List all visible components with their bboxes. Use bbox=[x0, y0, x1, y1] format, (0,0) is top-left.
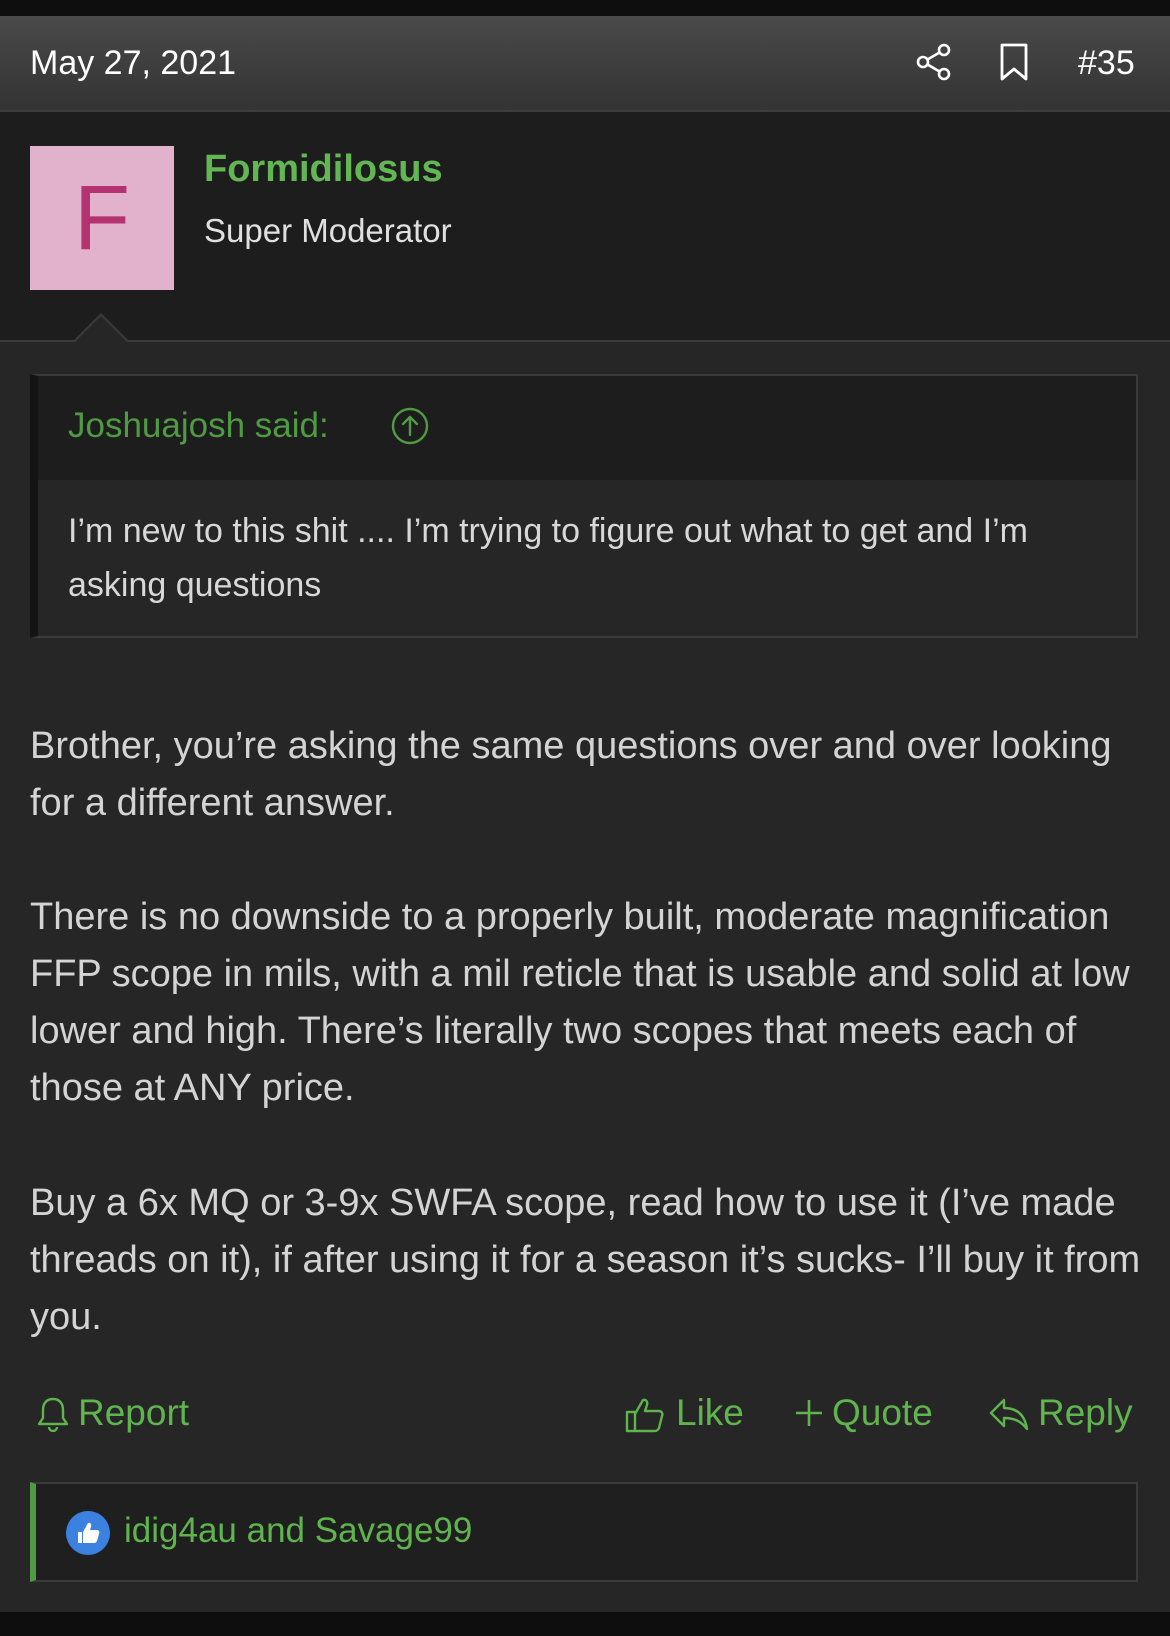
reply-icon bbox=[989, 1398, 1029, 1431]
quote-block: Joshuajosh said: I’m new to this shit ..… bbox=[30, 374, 1138, 638]
post-number-link[interactable]: #35 bbox=[1078, 44, 1135, 83]
share-icon[interactable] bbox=[914, 42, 954, 82]
username-link[interactable]: Formidilosus bbox=[204, 148, 443, 191]
thumbs-up-icon bbox=[625, 1398, 664, 1433]
reactions-bar: idig4au and Savage99 bbox=[30, 1482, 1138, 1582]
plus-icon bbox=[796, 1400, 822, 1426]
reply-label: Reply bbox=[1038, 1392, 1133, 1433]
message-paragraph: Brother, you’re asking the same question… bbox=[30, 725, 1112, 824]
user-block: F Formidilosus Super Moderator bbox=[0, 112, 1170, 342]
top-edge bbox=[0, 0, 1170, 16]
message-paragraph: Buy a 6x MQ or 3-9x SWFA scope, read how… bbox=[30, 1182, 1141, 1338]
post-header: May 27, 2021 #35 bbox=[0, 16, 1170, 112]
quote-label: Quote bbox=[832, 1392, 933, 1433]
like-label: Like bbox=[676, 1392, 744, 1433]
post-date[interactable]: May 27, 2021 bbox=[30, 44, 236, 83]
arrow-up-circle-icon[interactable] bbox=[390, 406, 430, 446]
quote-header: Joshuajosh said: bbox=[38, 376, 1136, 480]
user-pointer-fill bbox=[75, 316, 127, 342]
user-title: Super Moderator bbox=[204, 212, 452, 249]
bottom-edge bbox=[0, 1612, 1170, 1636]
quote-text: I’m new to this shit .... I’m trying to … bbox=[68, 512, 1028, 604]
bookmark-icon[interactable] bbox=[996, 42, 1032, 82]
message-paragraph: There is no downside to a properly built… bbox=[30, 896, 1130, 1109]
reaction-users-link[interactable]: idig4au and Savage99 bbox=[124, 1511, 472, 1551]
quote-author-link[interactable]: Joshuajosh said: bbox=[68, 406, 329, 446]
bell-icon bbox=[37, 1397, 69, 1432]
report-label: Report bbox=[78, 1392, 190, 1433]
avatar[interactable]: F bbox=[30, 146, 174, 290]
like-reaction-icon bbox=[66, 1511, 110, 1555]
